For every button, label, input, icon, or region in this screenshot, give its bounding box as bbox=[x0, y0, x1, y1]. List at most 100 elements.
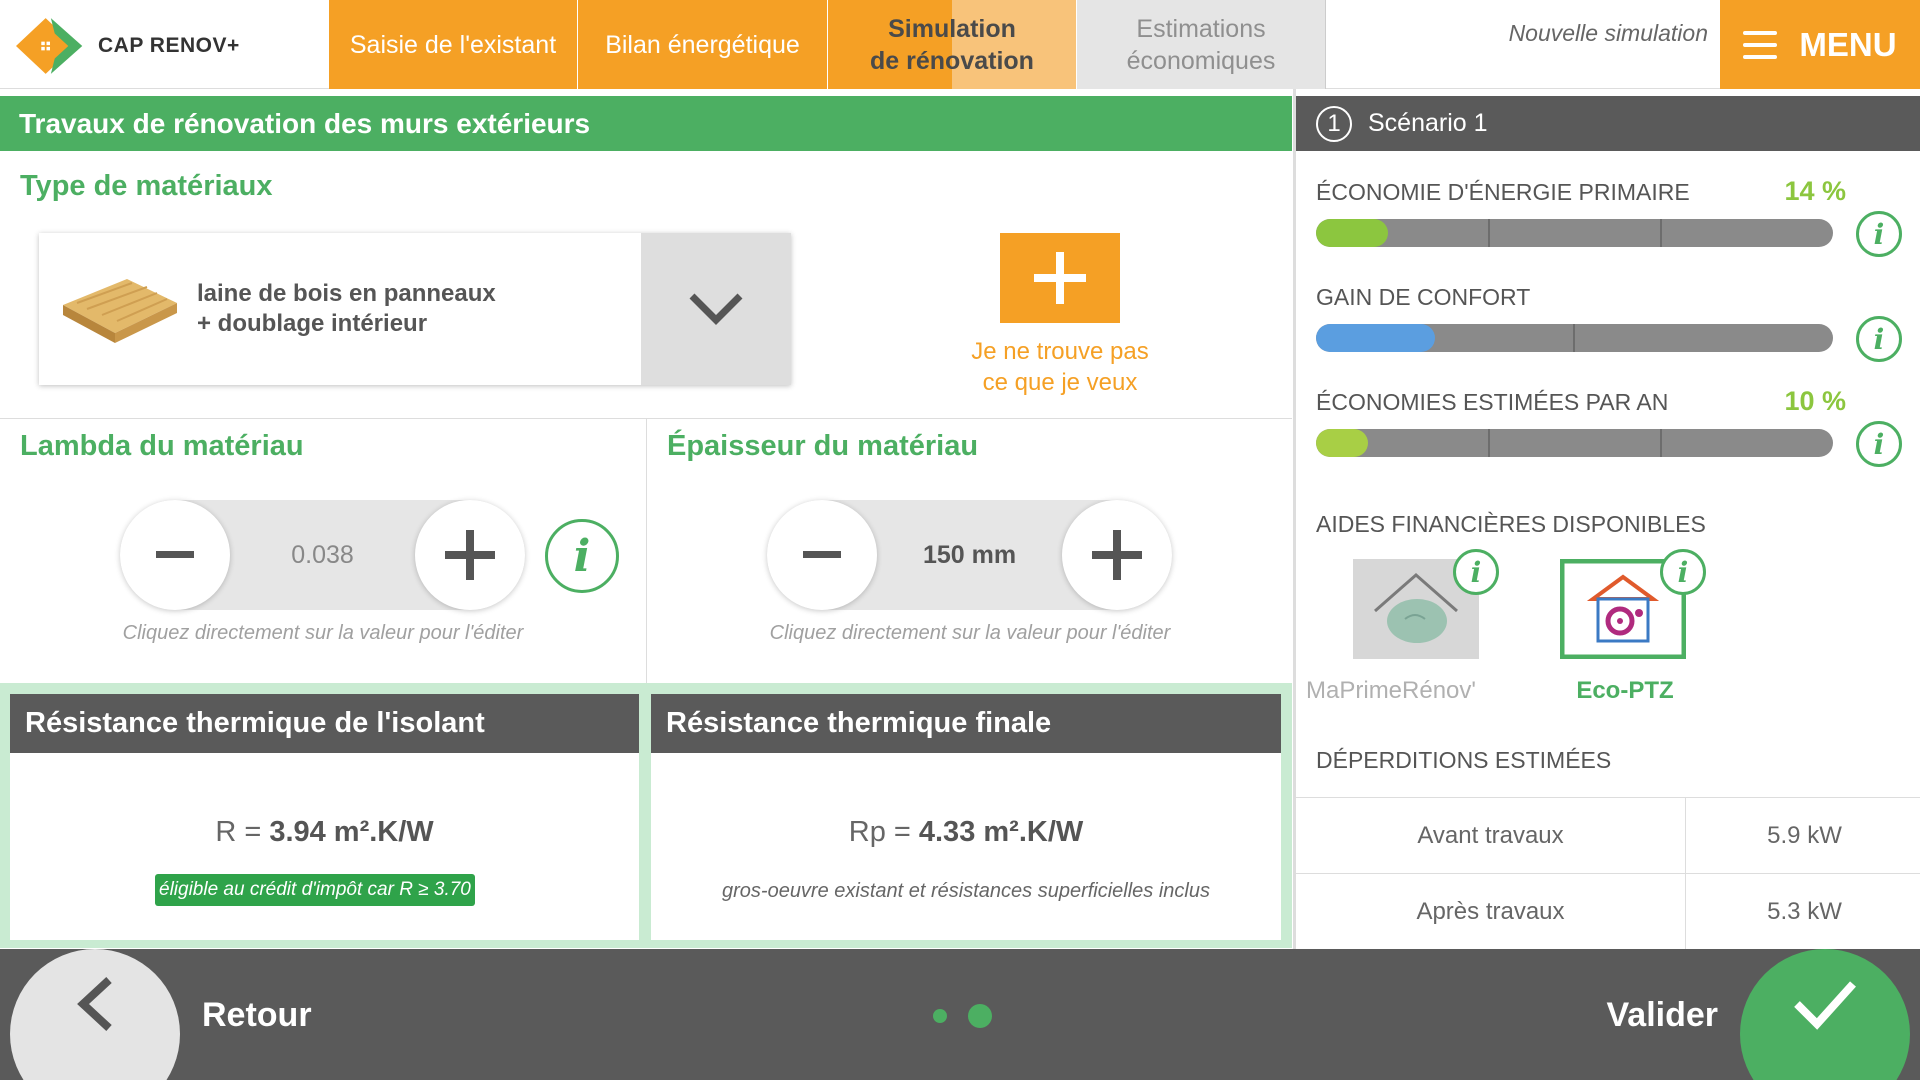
deperditions-table: Avant travaux 5.9 kW Après travaux 5.3 k… bbox=[1296, 797, 1920, 949]
final-resistance-note: gros-oeuvre existant et résistances supe… bbox=[722, 880, 1210, 902]
tab-label-line2: de rénovation bbox=[870, 46, 1034, 75]
validate-label[interactable]: Valider bbox=[1606, 996, 1718, 1035]
scenario-label: Scénario 1 bbox=[1368, 109, 1488, 137]
minus-icon bbox=[803, 551, 841, 558]
final-resistance-value: Rp = 4.33 m².K/W bbox=[651, 816, 1281, 849]
validate-button[interactable] bbox=[1740, 949, 1910, 1080]
app-logo[interactable]: CAP RENOV+ bbox=[16, 12, 240, 80]
not-found-link[interactable]: Je ne trouve pas ce que je veux bbox=[940, 336, 1180, 398]
lambda-decrement-button[interactable] bbox=[120, 500, 230, 610]
thickness-stepper: 150 mm bbox=[767, 500, 1172, 610]
back-button[interactable] bbox=[10, 949, 180, 1080]
bar-tick bbox=[1573, 324, 1575, 352]
material-name-line1: laine de bois en panneaux bbox=[197, 280, 496, 307]
add-material-button[interactable] bbox=[1000, 233, 1120, 323]
material-name-line2: + doublage intérieur bbox=[197, 310, 428, 337]
thickness-value[interactable]: 150 mm bbox=[877, 500, 1062, 610]
aid-label: Eco-PTZ bbox=[1576, 677, 1674, 704]
divider bbox=[646, 418, 647, 683]
lambda-stepper: 0.038 bbox=[120, 500, 525, 610]
metric-bar-fill bbox=[1316, 324, 1435, 352]
scenario-panel: 1 Scénario 1 ÉCONOMIE D'ÉNERGIE PRIMAIRE… bbox=[1293, 89, 1920, 949]
card-title: Résistance thermique de l'isolant bbox=[10, 694, 639, 753]
tab-saisie-existant[interactable]: Saisie de l'existant bbox=[329, 0, 578, 89]
thickness-decrement-button[interactable] bbox=[767, 500, 877, 610]
plus-icon bbox=[445, 530, 495, 580]
aid-info-icon[interactable]: i bbox=[1453, 549, 1499, 595]
lambda-value[interactable]: 0.038 bbox=[230, 500, 415, 610]
app-header: CAP RENOV+ Saisie de l'existant Bilan én… bbox=[0, 0, 1920, 89]
lambda-title: Lambda du matériau bbox=[20, 430, 304, 462]
metric-label: ÉCONOMIE D'ÉNERGIE PRIMAIRE bbox=[1316, 179, 1690, 205]
metric-info-icon[interactable]: i bbox=[1856, 211, 1902, 257]
hamburger-icon bbox=[1743, 30, 1778, 59]
tab-simulation-renovation[interactable]: Simulation de rénovation bbox=[828, 0, 1077, 89]
metric-percent: 10 % bbox=[1784, 386, 1846, 416]
lambda-hint: Cliquez directement sur la valeur pour l… bbox=[122, 622, 524, 644]
bar-tick bbox=[1660, 429, 1662, 457]
row-label: Après travaux bbox=[1296, 874, 1686, 949]
thickness-hint: Cliquez directement sur la valeur pour l… bbox=[769, 622, 1171, 644]
back-label[interactable]: Retour bbox=[202, 996, 312, 1035]
plus-icon bbox=[1092, 530, 1142, 580]
menu-button[interactable]: MENU bbox=[1720, 0, 1920, 89]
bar-tick bbox=[1660, 219, 1662, 247]
aid-info-icon[interactable]: i bbox=[1660, 549, 1706, 595]
bar-tick bbox=[1488, 429, 1490, 457]
material-type-title: Type de matériaux bbox=[20, 170, 273, 202]
table-row: Avant travaux 5.9 kW bbox=[1296, 797, 1920, 873]
material-select[interactable]: laine de bois en panneaux + doublage int… bbox=[39, 233, 791, 385]
tab-estimations-economiques[interactable]: Estimations économiques bbox=[1077, 0, 1326, 89]
final-resistance-card: Résistance thermique finale Rp = 4.33 m²… bbox=[651, 694, 1281, 940]
tab-label-line1: Simulation bbox=[888, 14, 1016, 43]
aid-eco-ptz[interactable]: i bbox=[1559, 549, 1706, 660]
aid-label: MaPrimeRénov' bbox=[1306, 677, 1476, 704]
not-found-line1: Je ne trouve pas bbox=[971, 338, 1149, 365]
scenario-number: 1 bbox=[1316, 105, 1352, 142]
minus-icon bbox=[156, 551, 194, 558]
thickness-increment-button[interactable] bbox=[1062, 500, 1172, 610]
not-found-line2: ce que je veux bbox=[982, 369, 1138, 396]
insulation-resistance-value: R = 3.94 m².K/W bbox=[10, 816, 639, 849]
tab-label-line1: Estimations bbox=[1136, 14, 1266, 43]
lambda-increment-button[interactable] bbox=[415, 500, 525, 610]
metric-label: ÉCONOMIES ESTIMÉES PAR AN bbox=[1316, 389, 1669, 415]
value-prefix: Rp = bbox=[848, 816, 919, 848]
table-row: Après travaux 5.3 kW bbox=[1296, 873, 1920, 949]
scenario-header[interactable]: 1 Scénario 1 bbox=[1296, 96, 1920, 151]
card-title: Résistance thermique finale bbox=[651, 694, 1281, 753]
row-label: Avant travaux bbox=[1296, 798, 1686, 873]
tab-bilan-energetique[interactable]: Bilan énergétique bbox=[578, 0, 828, 89]
brand-name: CAP RENOV+ bbox=[98, 34, 240, 57]
aids-title: AIDES FINANCIÈRES DISPONIBLES bbox=[1316, 511, 1706, 537]
value-number: 4.33 m².K/W bbox=[918, 816, 1084, 848]
wood-panel-icon bbox=[63, 279, 177, 343]
page-indicator-dot-active[interactable] bbox=[968, 1004, 992, 1028]
metric-percent: 14 % bbox=[1784, 176, 1846, 206]
material-dropdown-toggle[interactable] bbox=[641, 233, 791, 385]
aid-maprimerenov[interactable]: i bbox=[1353, 549, 1499, 659]
lambda-info-icon[interactable]: i bbox=[545, 519, 619, 593]
metric-info-icon[interactable]: i bbox=[1856, 421, 1902, 467]
metric-bar-savings bbox=[1316, 429, 1833, 457]
metric-bar-comfort bbox=[1316, 324, 1833, 352]
metric-bar-energy bbox=[1316, 219, 1833, 247]
footer-bar: Retour Valider bbox=[0, 949, 1920, 1080]
tax-credit-badge: éligible au crédit d'impôt car R ≥ 3.70 bbox=[155, 874, 475, 906]
page-indicator-dot[interactable] bbox=[933, 1009, 947, 1023]
logo-diamond-icon bbox=[16, 18, 83, 74]
menu-label: MENU bbox=[1799, 25, 1897, 63]
bar-tick bbox=[1488, 219, 1490, 247]
plus-icon bbox=[1034, 252, 1086, 304]
chevron-down-icon bbox=[689, 293, 743, 325]
value-number: 3.94 m².K/W bbox=[269, 816, 434, 848]
metric-bar-fill bbox=[1316, 429, 1368, 457]
chevron-left-icon bbox=[77, 977, 112, 1031]
metric-info-icon[interactable]: i bbox=[1856, 316, 1902, 362]
row-value: 5.9 kW bbox=[1767, 822, 1842, 849]
tab-label: Bilan énergétique bbox=[605, 30, 800, 59]
metric-label: GAIN DE CONFORT bbox=[1316, 284, 1531, 310]
row-value: 5.3 kW bbox=[1767, 898, 1842, 925]
value-prefix: R = bbox=[215, 816, 270, 848]
new-simulation-link[interactable]: Nouvelle simulation bbox=[1509, 20, 1708, 47]
